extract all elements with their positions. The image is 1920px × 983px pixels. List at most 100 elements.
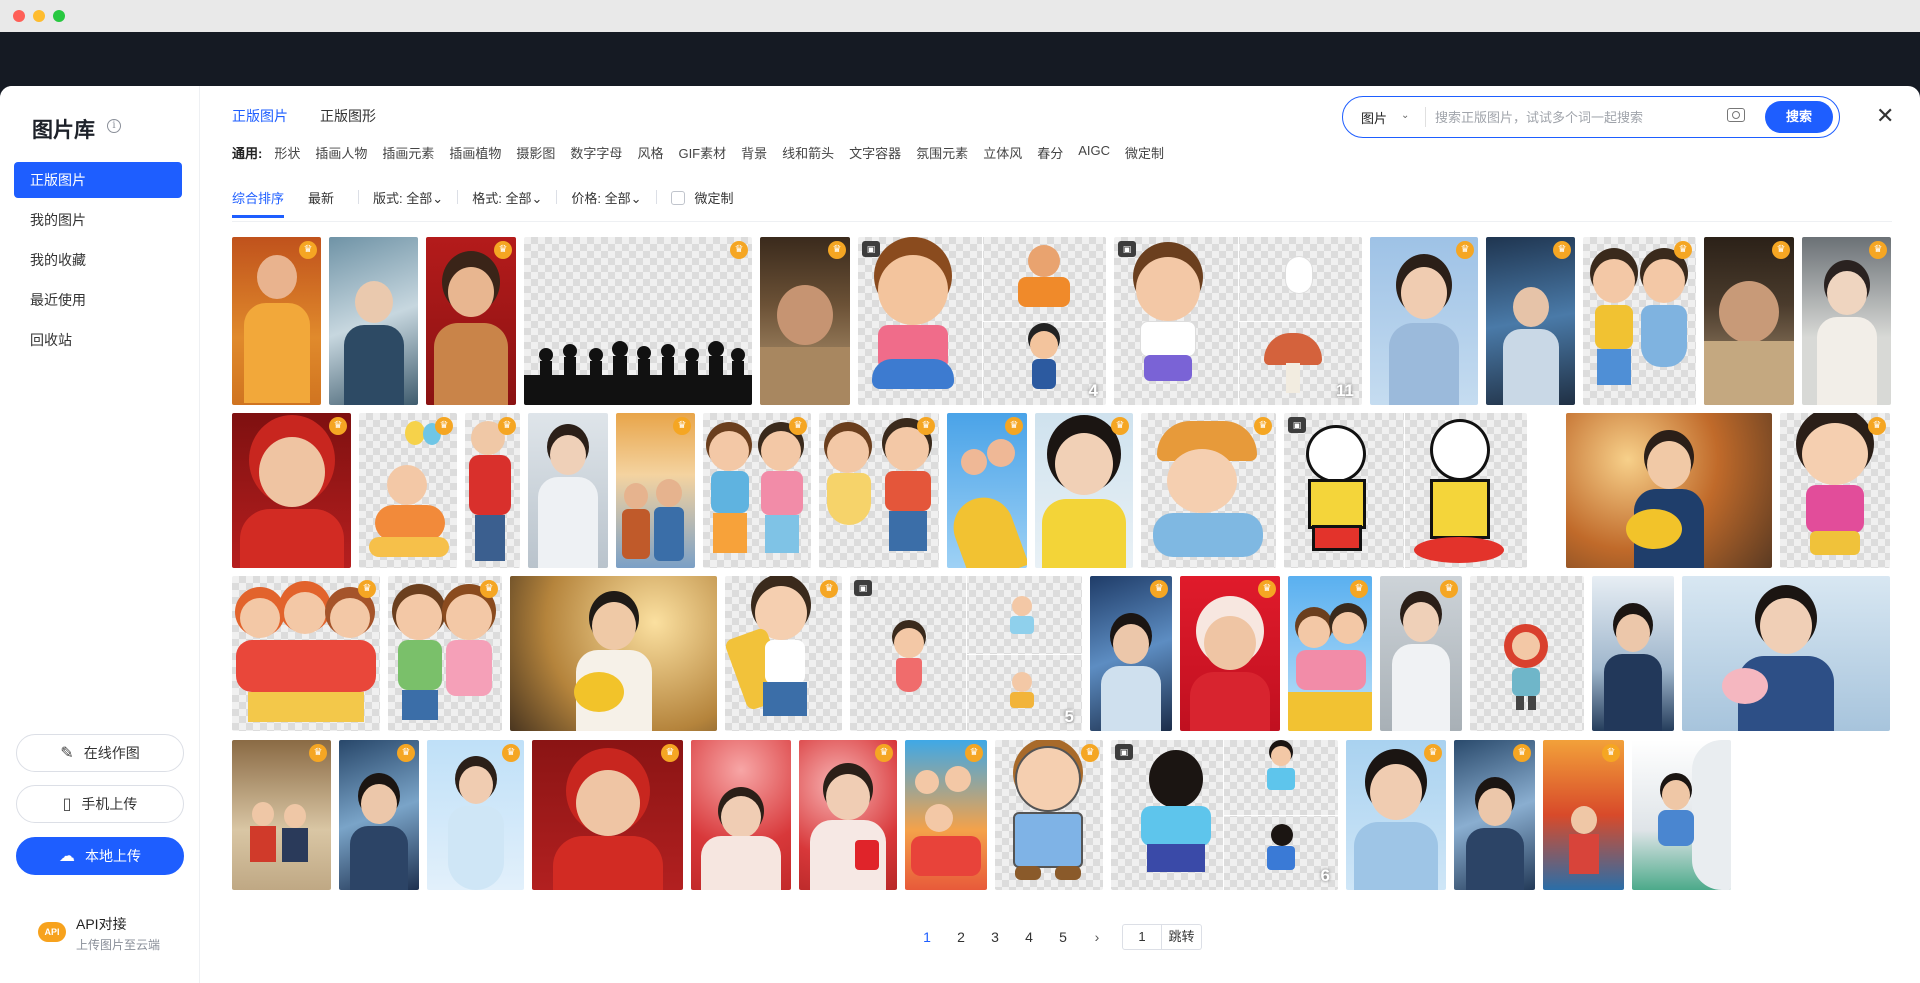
page-button[interactable]: 4 xyxy=(1012,929,1046,945)
next-page-icon[interactable]: › xyxy=(1080,929,1114,945)
format-filter[interactable]: 格式: 全部⌄ xyxy=(472,188,542,207)
image-tile[interactable] xyxy=(1682,576,1890,731)
image-tile[interactable]: ♛ xyxy=(426,237,516,405)
tag-item[interactable]: 微定制 xyxy=(1125,143,1164,162)
image-tile[interactable]: ♛ xyxy=(232,237,321,405)
phone-upload-button[interactable]: ▯ 手机上传 xyxy=(16,785,184,823)
page-button[interactable]: 1 xyxy=(910,929,944,945)
image-tile[interactable] xyxy=(1470,576,1584,731)
tab-licensed-images[interactable]: 正版图片 xyxy=(232,106,288,140)
sidebar-item-licensed-images[interactable]: 正版图片 xyxy=(14,162,182,198)
tag-item[interactable]: 数字字母 xyxy=(570,143,622,162)
image-tile[interactable]: ♛ xyxy=(995,740,1103,890)
image-tile[interactable] xyxy=(1566,413,1772,568)
image-set-tile[interactable]: ▣ 6 xyxy=(1111,740,1338,890)
image-tile[interactable]: ♛ xyxy=(1035,413,1133,568)
image-set-tile[interactable]: ▣ 4 xyxy=(858,237,1106,405)
page-jump-button[interactable]: 跳转 xyxy=(1162,924,1202,950)
search-category-select[interactable]: 图片 xyxy=(1361,108,1387,127)
image-tile[interactable]: ♛ xyxy=(1583,237,1696,405)
image-tile[interactable]: ♛ xyxy=(532,740,683,890)
tag-item[interactable]: 春分 xyxy=(1037,143,1063,162)
image-tile[interactable]: ♛ xyxy=(1090,576,1172,731)
camera-search-icon[interactable] xyxy=(1727,108,1745,122)
image-tile[interactable]: ♛ xyxy=(359,413,457,568)
sidebar-item-recent[interactable]: 最近使用 xyxy=(14,282,182,318)
search-input[interactable] xyxy=(1435,106,1715,128)
tag-item[interactable]: 插画人物 xyxy=(315,143,367,162)
image-tile[interactable]: ♛ xyxy=(1370,237,1478,405)
image-tile[interactable]: ♛ xyxy=(1780,413,1890,568)
image-set-tile[interactable]: ▣ 11 xyxy=(1114,237,1362,405)
image-tile[interactable]: ♛ xyxy=(1704,237,1794,405)
image-tile[interactable]: ♛ xyxy=(703,413,811,568)
image-set-tile[interactable]: ▣ 5 xyxy=(850,576,1082,731)
tag-item[interactable]: AIGC xyxy=(1078,143,1110,162)
tag-item[interactable]: 摄影图 xyxy=(516,143,555,162)
sort-newest[interactable]: 最新 xyxy=(308,188,334,215)
api-integration[interactable]: API API对接 上传图片至云端 xyxy=(38,914,188,954)
image-tile[interactable]: ♛ xyxy=(1180,576,1280,731)
tag-item[interactable]: 风格 xyxy=(637,143,663,162)
image-tile[interactable]: ♛ xyxy=(1380,576,1462,731)
sidebar-item-my-images[interactable]: 我的图片 xyxy=(14,202,182,238)
image-tile[interactable]: ♛ xyxy=(232,576,380,731)
close-window-button[interactable] xyxy=(13,10,25,22)
image-tile[interactable]: ♛ xyxy=(799,740,897,890)
maximize-window-button[interactable] xyxy=(53,10,65,22)
layout-filter[interactable]: 版式: 全部⌄ xyxy=(373,188,443,207)
image-tile[interactable] xyxy=(329,237,418,405)
sidebar-item-trash[interactable]: 回收站 xyxy=(14,322,182,358)
price-filter[interactable]: 价格: 全部⌄ xyxy=(571,188,641,207)
tab-licensed-graphics[interactable]: 正版图形 xyxy=(320,106,376,140)
image-tile[interactable]: ♛ xyxy=(616,413,695,568)
image-tile[interactable]: ♛ xyxy=(1802,237,1891,405)
page-jump-input[interactable]: 1 xyxy=(1122,924,1162,950)
page-button[interactable]: 2 xyxy=(944,929,978,945)
image-tile[interactable]: ♛ xyxy=(947,413,1027,568)
info-icon[interactable]: i xyxy=(107,119,121,133)
image-tile[interactable]: ♛ xyxy=(232,740,331,890)
image-tile[interactable] xyxy=(1632,740,1731,890)
tag-item[interactable]: GIF素材 xyxy=(678,143,726,162)
image-tile[interactable]: ♛ xyxy=(760,237,850,405)
image-set-tile[interactable]: ▣ xyxy=(1284,413,1527,568)
online-design-button[interactable]: ✎ 在线作图 xyxy=(16,734,184,772)
sidebar-item-favorites[interactable]: 我的收藏 xyxy=(14,242,182,278)
image-tile[interactable]: ♛ xyxy=(232,413,351,568)
image-tile[interactable]: ♛ xyxy=(427,740,524,890)
image-tile[interactable]: ♛ xyxy=(524,237,752,405)
tag-item[interactable]: 插画元素 xyxy=(382,143,434,162)
local-upload-button[interactable]: ☁ 本地上传 xyxy=(16,837,184,875)
tag-item[interactable]: 文字容器 xyxy=(849,143,901,162)
image-tile[interactable]: ♛ xyxy=(388,576,502,731)
page-button[interactable]: 3 xyxy=(978,929,1012,945)
image-tile[interactable]: ♛ xyxy=(905,740,987,890)
chevron-down-icon[interactable]: ⌄ xyxy=(1401,110,1409,121)
image-tile[interactable] xyxy=(510,576,717,731)
image-tile[interactable]: ♛ xyxy=(1141,413,1276,568)
search-button[interactable]: 搜索 xyxy=(1765,101,1833,133)
image-tile[interactable]: ♛ xyxy=(1486,237,1575,405)
tag-item[interactable]: 形状 xyxy=(274,143,300,162)
sort-comprehensive[interactable]: 综合排序 xyxy=(232,188,285,218)
image-tile[interactable]: ♛ xyxy=(1543,740,1624,890)
tag-item[interactable]: 立体风 xyxy=(983,143,1022,162)
page-button[interactable]: 5 xyxy=(1046,929,1080,945)
image-tile[interactable]: ♛ xyxy=(725,576,842,731)
minimize-window-button[interactable] xyxy=(33,10,45,22)
close-icon[interactable]: ✕ xyxy=(1876,105,1894,127)
tag-item[interactable]: 线和箭头 xyxy=(782,143,834,162)
custom-filter[interactable]: 微定制 xyxy=(670,188,734,207)
image-tile[interactable]: ♛ xyxy=(1454,740,1535,890)
image-tile[interactable]: ♛ xyxy=(339,740,419,890)
image-tile[interactable]: ♛ xyxy=(1346,740,1446,890)
tag-item[interactable]: 背景 xyxy=(741,143,767,162)
custom-checkbox[interactable] xyxy=(670,191,685,205)
tag-item[interactable]: 氛围元素 xyxy=(916,143,968,162)
image-tile[interactable]: ♛ xyxy=(1288,576,1372,731)
image-tile[interactable] xyxy=(1592,576,1674,731)
image-tile[interactable] xyxy=(528,413,608,568)
image-tile[interactable]: ♛ xyxy=(819,413,939,568)
image-tile[interactable] xyxy=(691,740,791,890)
